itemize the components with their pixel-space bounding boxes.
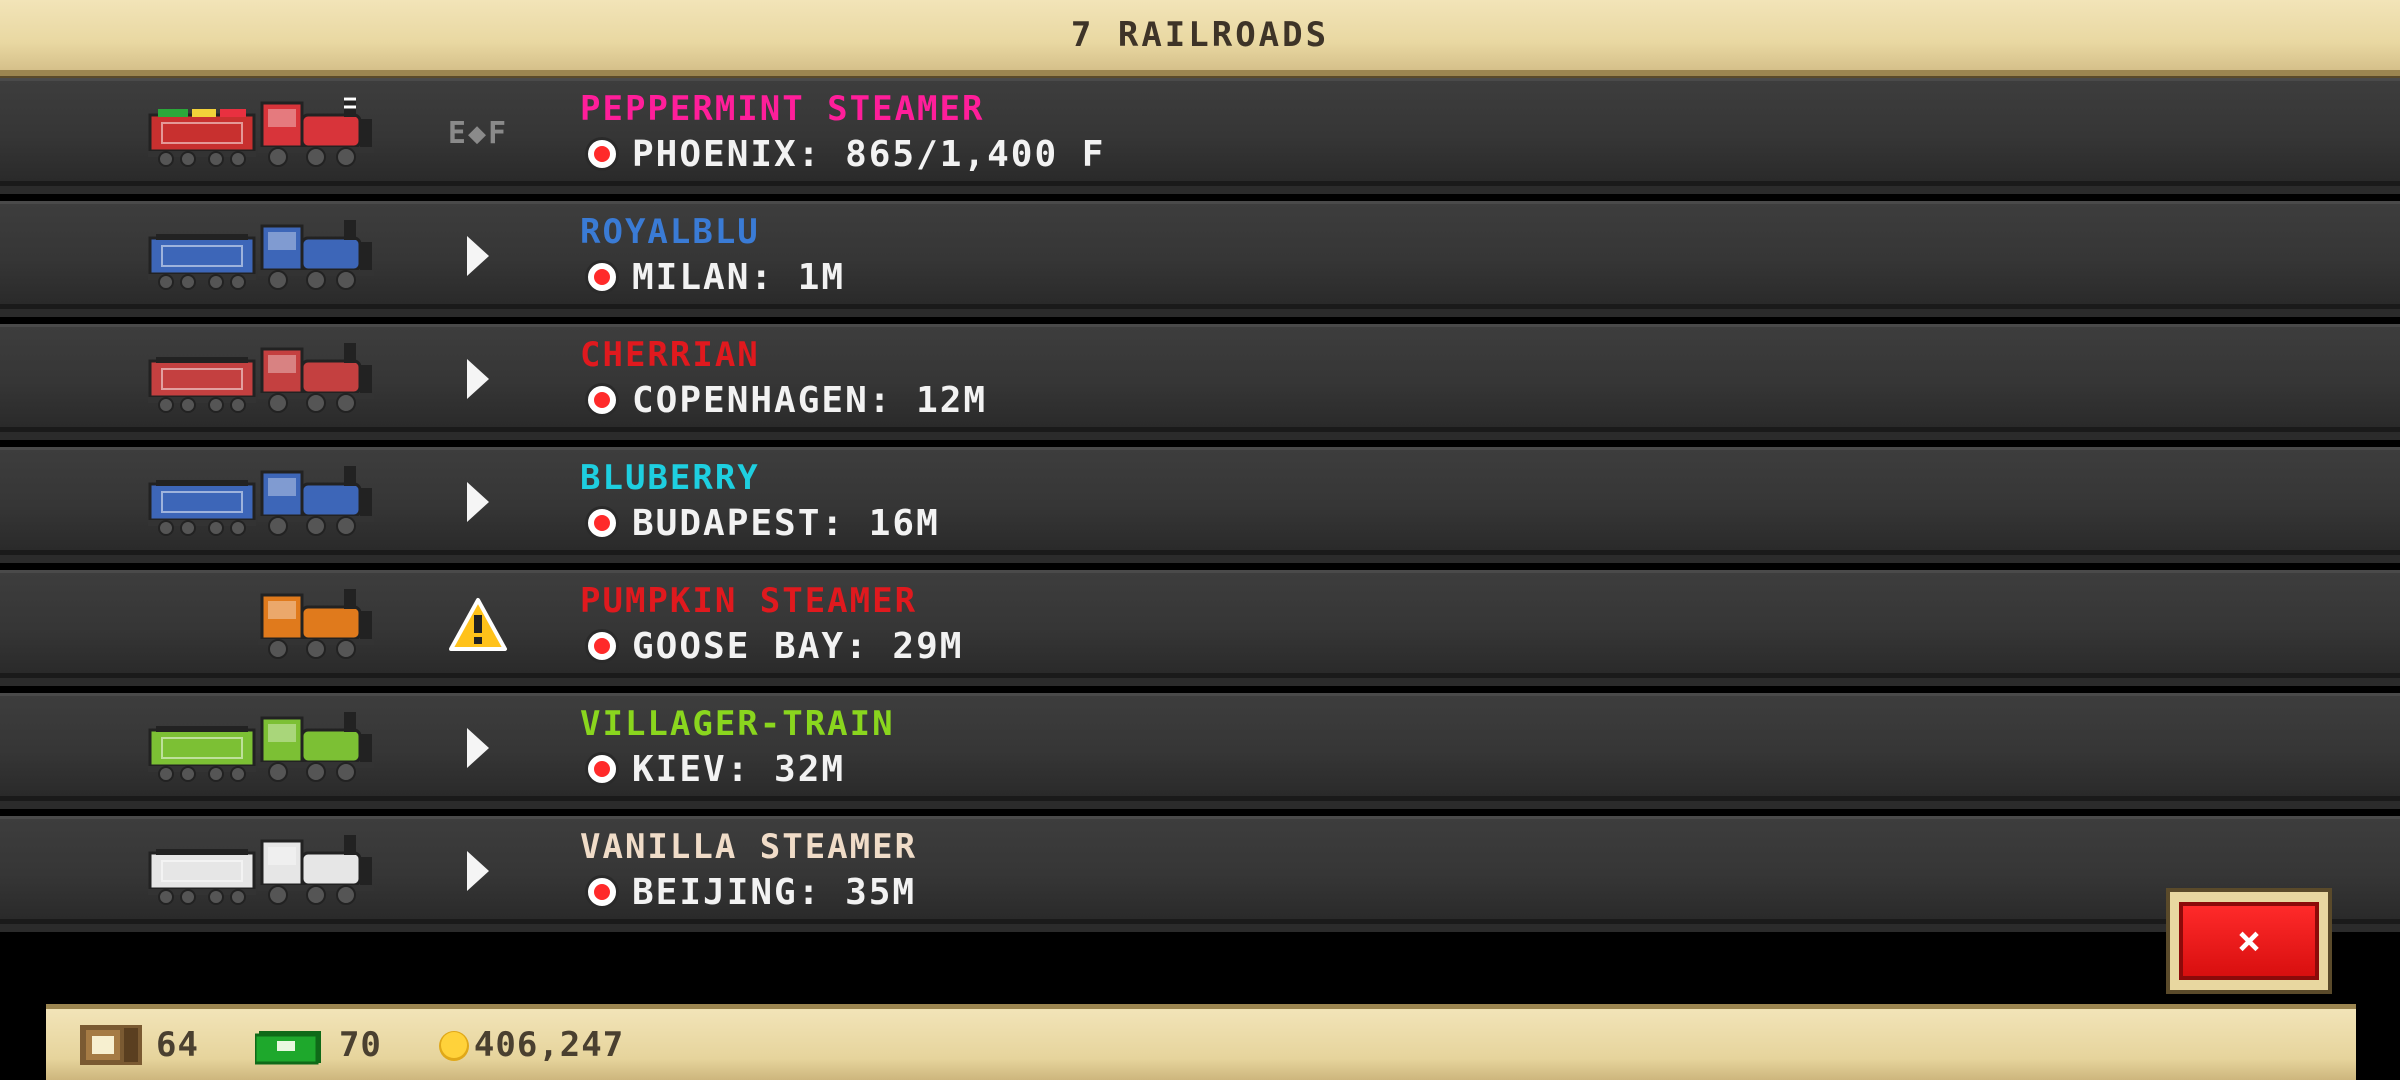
destination-text: GOOSE BAY: 29M (632, 625, 964, 667)
locomotive-icon (258, 343, 374, 413)
train-name: CHERRIAN (580, 335, 760, 375)
train-info: VANILLA STEAMER BEIJING: 35M (580, 825, 917, 915)
tender-car-icon (148, 109, 256, 167)
play-arrow-icon (467, 236, 489, 276)
train-row[interactable]: CHERRIAN COPENHAGEN: 12M (0, 324, 2400, 440)
destination-text: MILAN: 1M (632, 256, 846, 298)
tender-car-icon (148, 234, 256, 290)
train-name: BLUBERRY (580, 458, 760, 498)
cash-stat: 70 (254, 1024, 382, 1065)
play-arrow-icon (467, 482, 489, 522)
station-pin-icon (588, 386, 616, 414)
play-arrow-icon (467, 728, 489, 768)
destination-line: PHOENIX: 865/1,400 F (580, 131, 1105, 177)
destination-line: MILAN: 1M (580, 254, 845, 300)
train-info: VILLAGER-TRAIN KIEV: 32M (580, 702, 895, 792)
play-button[interactable] (440, 226, 516, 286)
destination-text: BUDAPEST: 16M (632, 502, 940, 544)
page-title: 7 RAILROADS (1070, 15, 1330, 55)
train-info: CHERRIAN COPENHAGEN: 12M (580, 333, 987, 423)
train-row[interactable]: BLUBERRY BUDAPEST: 16M (0, 447, 2400, 563)
locomotive-icon (258, 835, 374, 905)
fuel-gauge-icon: E◆F (447, 115, 509, 151)
train-list: E◆F PEPPERMINT STEAMER PHOENIX: 865/1,400 … (0, 78, 2400, 939)
destination-line: GOOSE BAY: 29M (580, 623, 963, 669)
cash-count: 70 (338, 1024, 382, 1065)
crates-count: 64 (156, 1024, 199, 1065)
station-pin-icon (588, 263, 616, 291)
train-row[interactable]: VANILLA STEAMER BEIJING: 35M (0, 816, 2400, 932)
train-info: ROYALBLU MILAN: 1M (580, 210, 845, 300)
station-pin-icon (588, 755, 616, 783)
crates-stat: 64 (80, 1024, 199, 1065)
destination-line: BUDAPEST: 16M (580, 500, 940, 546)
railroads-screen: 7 RAILROADS E◆F PEPPERMINT STEAMER PHOENIX… (0, 0, 2400, 1080)
train-name: PEPPERMINT STEAMER (580, 89, 985, 129)
destination-line: KIEV: 32M (580, 746, 895, 792)
train-name: VANILLA STEAMER (580, 827, 918, 867)
tender-car-icon (148, 726, 256, 782)
train-name: VILLAGER-TRAIN (580, 704, 895, 744)
locomotive-icon (258, 712, 374, 782)
train-info: PEPPERMINT STEAMER PHOENIX: 865/1,400 F (580, 87, 1105, 177)
title-bar: 7 RAILROADS (0, 0, 2400, 76)
play-button[interactable] (440, 349, 516, 409)
coin-icon (438, 1030, 469, 1061)
locomotive-icon (258, 589, 374, 659)
destination-text: PHOENIX: 865/1,400 F (632, 133, 1106, 175)
tender-car-icon (148, 480, 256, 536)
destination-text: COPENHAGEN: 12M (632, 379, 988, 421)
coins-stat: 406,247 (438, 1025, 624, 1065)
coins-count: 406,247 (473, 1024, 625, 1065)
train-row[interactable]: ROYALBLU MILAN: 1M (0, 201, 2400, 317)
station-pin-icon (588, 509, 616, 537)
play-button[interactable] (440, 841, 516, 901)
play-arrow-icon (467, 851, 489, 891)
warning-icon (449, 598, 507, 651)
destination-text: KIEV: 32M (632, 748, 846, 790)
destination-line: COPENHAGEN: 12M (580, 377, 987, 423)
locomotive-icon (258, 97, 374, 167)
play-button[interactable] (440, 718, 516, 778)
close-button[interactable]: × (2166, 888, 2332, 994)
play-button[interactable] (440, 472, 516, 532)
station-pin-icon (588, 632, 616, 660)
locomotive-icon (258, 466, 374, 536)
train-info: PUMPKIN STEAMER GOOSE BAY: 29M (580, 579, 963, 669)
train-name: ROYALBLU (580, 212, 760, 252)
resource-bar: 64 70 406,247 (46, 1004, 2356, 1080)
train-info: BLUBERRY BUDAPEST: 16M (580, 456, 940, 546)
locomotive-icon (258, 220, 374, 290)
train-row[interactable]: VILLAGER-TRAIN KIEV: 32M (0, 693, 2400, 809)
destination-text: BEIJING: 35M (632, 871, 917, 913)
fuel-gauge[interactable]: E◆F (440, 103, 516, 163)
train-name: PUMPKIN STEAMER (580, 581, 918, 621)
warning-button[interactable] (440, 595, 516, 655)
tender-car-icon (148, 849, 256, 905)
tender-car-icon (148, 357, 256, 413)
close-icon: × (2179, 902, 2319, 980)
destination-line: BEIJING: 35M (580, 869, 917, 915)
train-row[interactable]: PUMPKIN STEAMER GOOSE BAY: 29M (0, 570, 2400, 686)
station-pin-icon (588, 140, 616, 168)
play-arrow-icon (467, 359, 489, 399)
station-pin-icon (588, 878, 616, 906)
crate-icon (80, 1024, 142, 1065)
cash-icon (254, 1030, 321, 1064)
train-row[interactable]: E◆F PEPPERMINT STEAMER PHOENIX: 865/1,400 … (0, 78, 2400, 194)
